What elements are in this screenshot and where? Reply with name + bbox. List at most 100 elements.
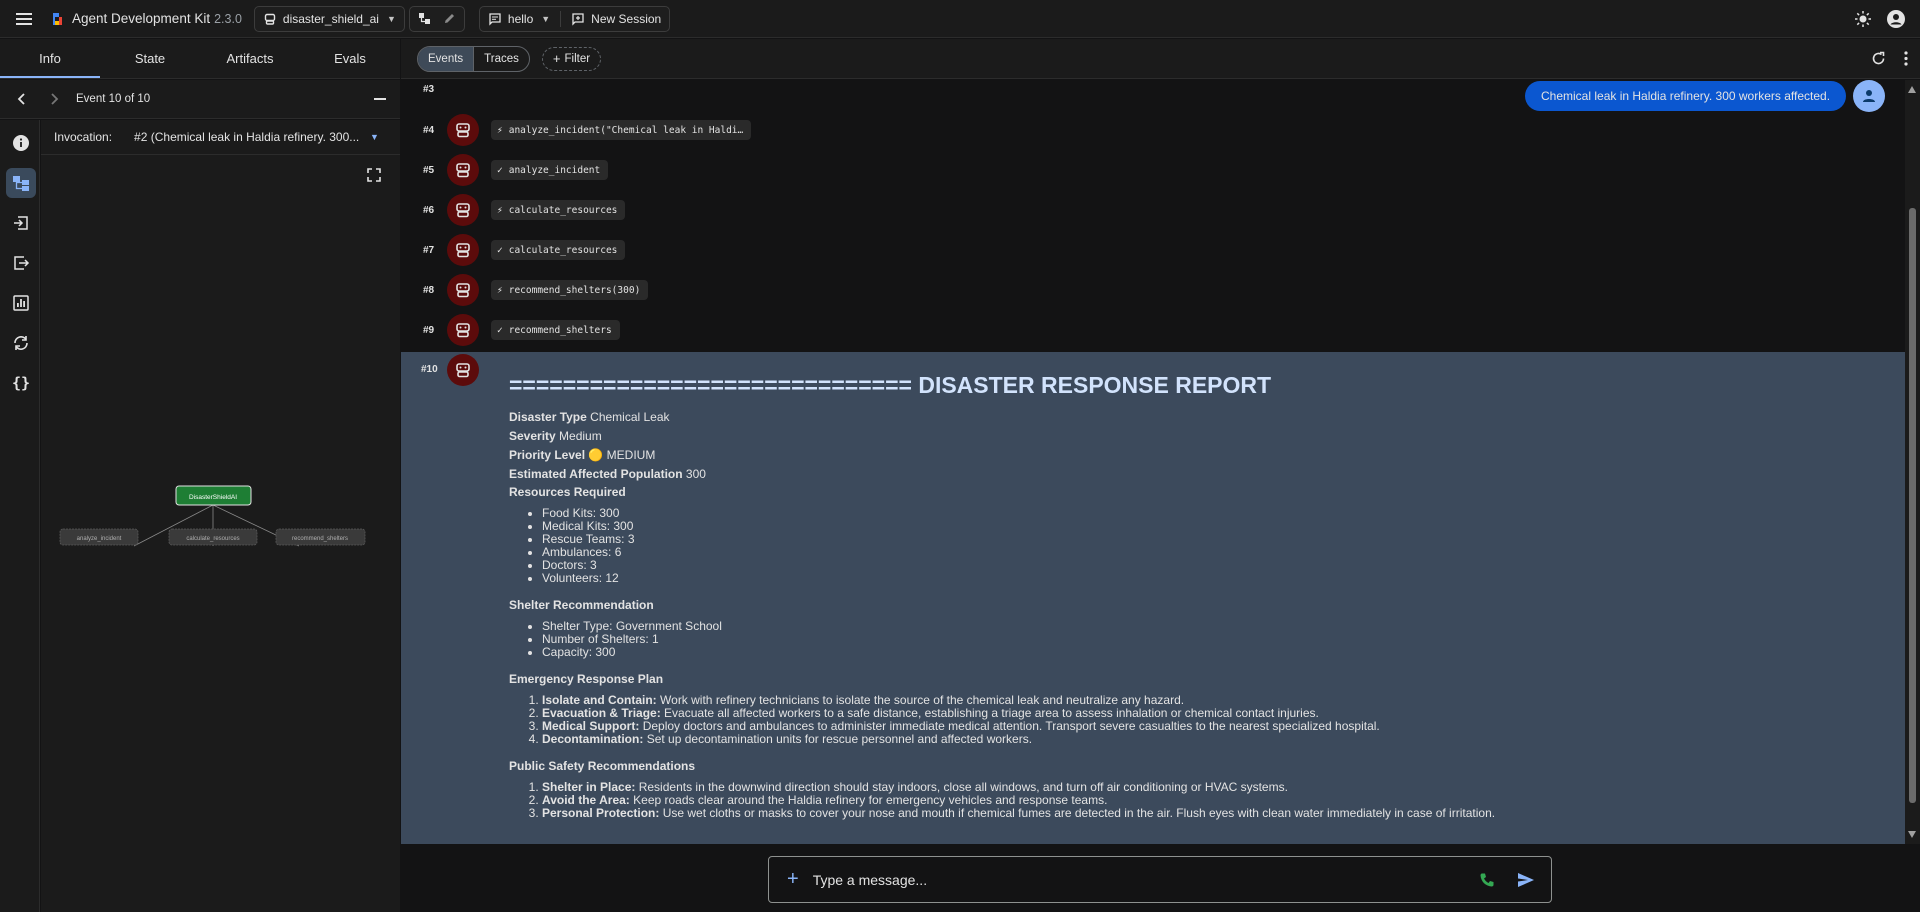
event-row[interactable]: #7 ✓ calculate_resources xyxy=(401,230,1905,270)
collapse-button[interactable] xyxy=(368,87,392,111)
graph-rail-button[interactable] xyxy=(6,168,36,198)
tab-evals[interactable]: Evals xyxy=(300,39,400,78)
field-key: Disaster Type xyxy=(509,410,587,424)
item-title: Evacuation & Triage: xyxy=(542,706,661,720)
field-value: Medium xyxy=(559,429,602,443)
bolt-icon: ⚡ xyxy=(497,124,503,136)
graph-tool-node[interactable]: recommend_shelters xyxy=(275,528,366,546)
json-rail-button[interactable]: {} xyxy=(6,368,36,398)
event-row[interactable]: #4 ⚡ analyze_incident("Chemical leak in … xyxy=(401,110,1905,150)
event-row-selected[interactable]: #10 ============================== DISAS… xyxy=(401,352,1905,844)
item-title: Personal Protection: xyxy=(542,806,660,820)
function-response-chip[interactable]: ✓ recommend_shelters xyxy=(491,320,620,340)
new-session-button[interactable]: New Session xyxy=(591,12,661,26)
safety-list: Shelter in Place: Residents in the downw… xyxy=(542,781,1889,820)
tab-artifacts[interactable]: Artifacts xyxy=(200,39,300,78)
event-row[interactable]: #8 ⚡ recommend_shelters(300) xyxy=(401,270,1905,310)
account-icon[interactable] xyxy=(1886,9,1906,29)
info-icon xyxy=(13,135,29,151)
field-value: Chemical Leak xyxy=(590,410,670,424)
scrollbar[interactable] xyxy=(1905,80,1920,844)
next-event-button[interactable] xyxy=(42,87,66,111)
robot-icon xyxy=(456,323,470,338)
metrics-rail-button[interactable] xyxy=(6,288,36,318)
filter-button[interactable]: + Filter xyxy=(541,46,602,71)
graph-tool-label: calculate_resources xyxy=(186,536,239,542)
function-response-chip[interactable]: ✓ analyze_incident xyxy=(491,160,609,180)
field-key: Severity xyxy=(509,429,556,443)
list-item: Capacity: 300 xyxy=(542,646,1889,659)
adk-logo-icon xyxy=(53,12,62,25)
field-value: 300 xyxy=(685,467,706,481)
sync-rail-button[interactable] xyxy=(6,328,36,358)
fullscreen-button[interactable] xyxy=(367,168,381,182)
scroll-down-arrow[interactable] xyxy=(1908,831,1916,838)
event-navigator: Event 10 of 10 xyxy=(0,80,400,119)
info-rail-button[interactable] xyxy=(6,128,36,158)
edit-icon[interactable] xyxy=(443,12,456,25)
agent-selector[interactable]: disaster_shield_ai ▼ xyxy=(253,5,405,32)
output-icon xyxy=(14,256,30,270)
menu-icon[interactable] xyxy=(12,7,36,31)
item-title: Decontamination: xyxy=(542,732,644,746)
session-selector[interactable]: hello ▼ New Session xyxy=(478,5,671,32)
chevron-left-icon xyxy=(17,93,25,105)
event-list: #3 Chemical leak in Haldia refinery. 300… xyxy=(401,80,1905,844)
function-call-chip[interactable]: ⚡ recommend_shelters(300) xyxy=(491,280,649,300)
scroll-up-arrow[interactable] xyxy=(1908,86,1916,93)
field-key: Estimated Affected Population xyxy=(509,467,683,481)
event-number: #10 xyxy=(421,364,438,375)
event-row[interactable]: #6 ⚡ calculate_resources xyxy=(401,190,1905,230)
safety-heading: Public Safety Recommendations xyxy=(509,759,696,773)
traces-tab[interactable]: Traces xyxy=(473,46,529,71)
function-call-text: analyze_incident("Chemical leak in Haldi… xyxy=(508,124,744,136)
refresh-icon[interactable] xyxy=(1871,51,1886,66)
shelter-list: Shelter Type: Government School Number o… xyxy=(542,620,1889,659)
prev-event-button[interactable] xyxy=(10,87,34,111)
events-toolbar: Events Traces + Filter xyxy=(401,39,1920,79)
function-call-chip[interactable]: ⚡ analyze_incident("Chemical leak in Hal… xyxy=(491,120,752,140)
add-attachment-icon[interactable]: + xyxy=(787,868,799,891)
icon-rail: {} xyxy=(0,120,40,912)
report-field: Priority Level 🟡 MEDIUM xyxy=(509,447,1889,463)
request-rail-button[interactable] xyxy=(6,208,36,238)
agent-graph: DisasterShieldAI analyze_incident calcul… xyxy=(59,485,366,547)
events-tab[interactable]: Events xyxy=(418,46,474,71)
theme-toggle-icon[interactable] xyxy=(1854,10,1872,28)
report-body: ============================== DISASTER … xyxy=(509,372,1889,834)
top-bar: Agent Development Kit 2.3.0 disaster_shi… xyxy=(0,0,1920,38)
chevron-down-icon: ▼ xyxy=(370,132,379,142)
event-row[interactable]: #9 ✓ recommend_shelters xyxy=(401,310,1905,350)
graph-root-node[interactable]: DisasterShieldAI xyxy=(175,485,252,506)
function-response-text: analyze_incident xyxy=(508,164,601,176)
event-counter: Event 10 of 10 xyxy=(76,93,151,105)
more-vert-icon[interactable] xyxy=(1904,51,1908,66)
minus-icon xyxy=(374,98,386,100)
event-number: #5 xyxy=(423,164,435,176)
tab-state[interactable]: State xyxy=(100,39,200,78)
item-text: Work with refinery technicians to isolat… xyxy=(660,693,1185,707)
item-text: Use wet cloths or masks to cover your no… xyxy=(662,806,1496,820)
graph-root-label: DisasterShieldAI xyxy=(189,494,237,501)
graph-tool-node[interactable]: analyze_incident xyxy=(59,528,139,546)
agent-graph-icon[interactable] xyxy=(418,12,431,25)
event-row[interactable]: #5 ✓ analyze_incident xyxy=(401,150,1905,190)
list-item: Personal Protection: Use wet cloths or m… xyxy=(542,807,1889,820)
invocation-selector[interactable]: Invocation: #2 (Chemical leak in Haldia … xyxy=(41,120,400,155)
message-input[interactable] xyxy=(812,871,1433,888)
response-rail-button[interactable] xyxy=(6,248,36,278)
function-response-text: recommend_shelters xyxy=(508,324,612,336)
left-content: Invocation: #2 (Chemical leak in Haldia … xyxy=(41,120,400,912)
list-item: Medical Kits: 300 xyxy=(542,520,1889,533)
list-item: Food Kits: 300 xyxy=(542,507,1889,520)
scroll-thumb[interactable] xyxy=(1909,208,1916,803)
phone-icon[interactable] xyxy=(1479,872,1495,888)
graph-tool-node[interactable]: calculate_resources xyxy=(168,528,258,546)
item-text: Keep roads clear around the Haldia refin… xyxy=(633,793,1108,807)
function-call-chip[interactable]: ⚡ calculate_resources xyxy=(491,200,626,220)
send-icon[interactable] xyxy=(1517,872,1535,888)
divider xyxy=(560,10,562,27)
check-icon: ✓ xyxy=(497,164,503,176)
function-response-chip[interactable]: ✓ calculate_resources xyxy=(491,240,626,260)
tab-info[interactable]: Info xyxy=(0,39,100,78)
